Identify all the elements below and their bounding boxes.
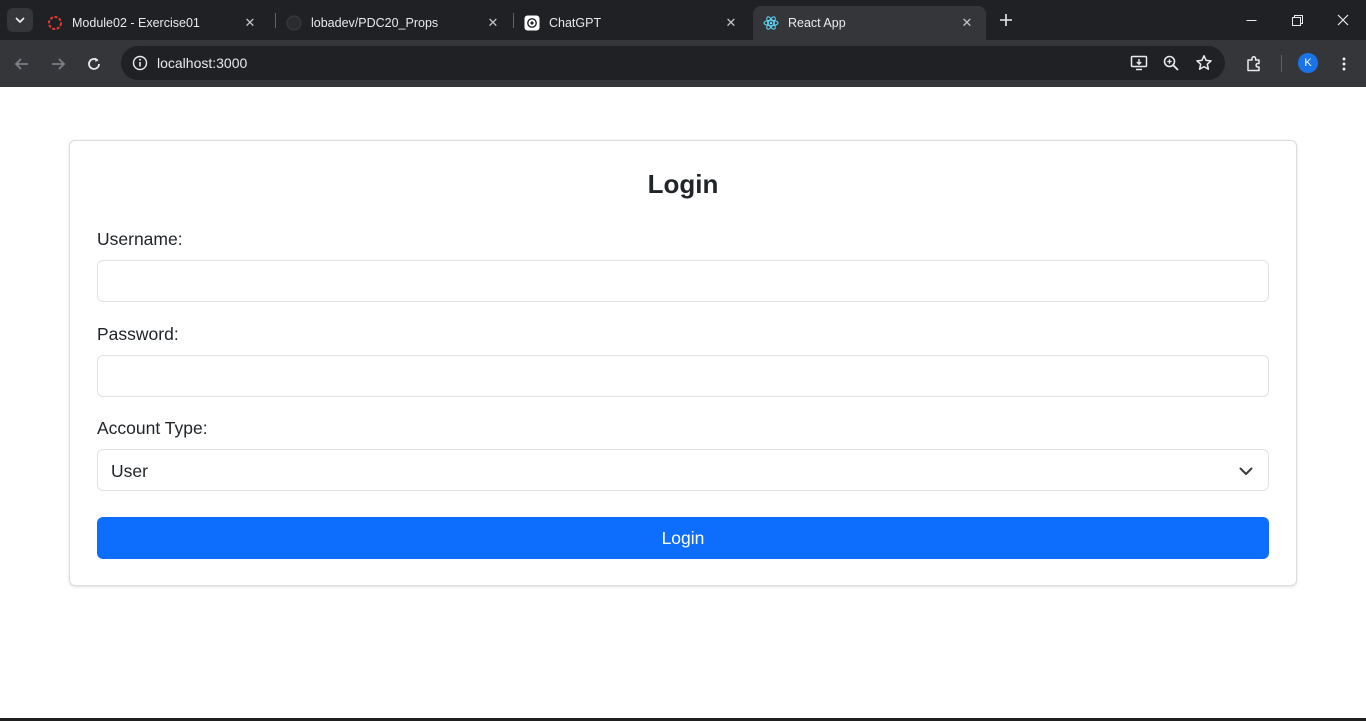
restore-button[interactable] (1274, 0, 1320, 40)
chevron-down-icon (1239, 467, 1253, 475)
tab-github[interactable]: lobadev/PDC20_Props ✕ (276, 6, 512, 40)
plus-icon (1000, 14, 1012, 26)
tab-search-button[interactable] (7, 8, 33, 32)
install-app-icon[interactable] (1127, 51, 1151, 75)
browser-tab-bar: Module02 - Exercise01 ✕ lobadev/PDC20_Pr… (0, 0, 1366, 40)
more-vertical-icon (1342, 57, 1346, 71)
reload-icon (88, 57, 100, 70)
github-icon (286, 15, 302, 31)
account-type-value: User (111, 461, 148, 481)
username-label: Username: (97, 229, 183, 249)
close-tab-icon[interactable]: ✕ (484, 14, 502, 32)
ring-logo-icon (47, 15, 63, 31)
close-window-button[interactable] (1320, 0, 1366, 40)
chevron-down-icon (15, 17, 25, 23)
address-bar[interactable]: localhost:3000 (121, 46, 1225, 80)
close-tab-icon[interactable]: ✕ (722, 14, 740, 32)
minimize-button[interactable] (1228, 0, 1274, 40)
username-input[interactable] (97, 260, 1269, 302)
forward-arrow-icon (52, 58, 66, 70)
site-info-icon[interactable] (128, 51, 152, 75)
zoom-icon[interactable] (1159, 51, 1183, 75)
close-tab-icon[interactable]: ✕ (958, 14, 976, 32)
reload-button[interactable] (81, 51, 107, 77)
account-type-label: Account Type: (97, 418, 208, 438)
browser-menu-button[interactable] (1331, 51, 1357, 77)
tab-title: lobadev/PDC20_Props (311, 16, 439, 30)
back-arrow-icon (14, 58, 28, 70)
close-tab-icon[interactable]: ✕ (241, 14, 259, 32)
react-icon (763, 15, 779, 31)
password-label: Password: (97, 324, 179, 344)
account-type-select[interactable]: User (97, 449, 1269, 491)
minimize-icon (1246, 19, 1256, 21)
tab-react-app[interactable]: React App ✕ (753, 6, 986, 40)
login-button[interactable]: Login (97, 517, 1269, 559)
restore-icon (1291, 14, 1303, 26)
profile-avatar[interactable]: K (1298, 53, 1318, 73)
tab-module02[interactable]: Module02 - Exercise01 ✕ (37, 6, 269, 40)
tab-chatgpt[interactable]: ChatGPT ✕ (514, 6, 750, 40)
toolbar-divider (1281, 55, 1282, 72)
new-tab-button[interactable] (994, 8, 1018, 32)
tab-title: Module02 - Exercise01 (72, 16, 200, 30)
forward-button[interactable] (45, 51, 71, 77)
browser-toolbar: localhost:3000 (0, 40, 1366, 87)
chatgpt-icon (524, 15, 540, 31)
tab-title: ChatGPT (549, 16, 602, 30)
bookmark-star-icon[interactable] (1192, 51, 1216, 75)
page-title: Login (647, 169, 719, 199)
back-button[interactable] (9, 51, 35, 77)
url-text: localhost:3000 (157, 55, 248, 71)
close-icon (1337, 14, 1349, 26)
password-input[interactable] (97, 355, 1269, 397)
puzzle-icon (1247, 55, 1260, 72)
extensions-button[interactable] (1241, 51, 1267, 77)
tab-title: React App (788, 16, 846, 30)
login-card: Login Username: Password: Account Type: … (69, 140, 1297, 586)
